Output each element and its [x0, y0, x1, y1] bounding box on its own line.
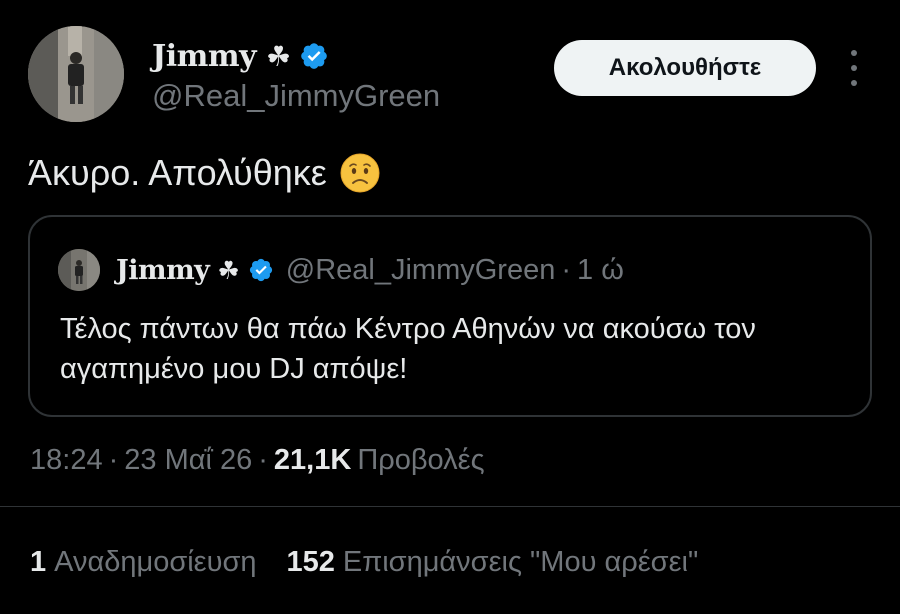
quoted-tweet-header: Jimmy ☘ @Real_JimmyGreen · 1 ώ	[116, 247, 624, 293]
quoted-avatar[interactable]	[58, 249, 100, 291]
tweet-meta: 18:24 · 23 Μαΐ 26 · 21,1K Προβολές	[30, 440, 485, 480]
author-name-row[interactable]: Jimmy ☘	[152, 36, 329, 76]
reposts-label: Αναδημοσίευση	[54, 545, 257, 578]
likes-label: Επισημάνσεις "Μου αρέσει"	[342, 545, 699, 578]
worried-face-emoji-icon	[339, 152, 381, 194]
tweet-text: Άκυρο. Απολύθηκε	[28, 148, 381, 198]
separator-dot: ·	[108, 443, 119, 476]
verified-badge-icon[interactable]	[299, 41, 329, 71]
reposts-count: 1	[30, 545, 47, 578]
more-vertical-icon[interactable]	[842, 50, 866, 86]
tweet-time[interactable]: 18:24	[30, 444, 103, 477]
quoted-tweet-text: Τέλος πάντων θα πάω Κέντρο Αθηνών να ακο…	[60, 313, 756, 385]
dot	[851, 80, 857, 86]
profile-photo-icon	[28, 26, 124, 122]
separator-dot: ·	[561, 253, 572, 286]
likes-stat[interactable]: 152 Επισημάνσεις "Μου αρέσει"	[287, 546, 699, 579]
views-count: 21,1K	[273, 443, 352, 476]
author-handle[interactable]: @Real_JimmyGreen	[152, 78, 440, 114]
tweet-date[interactable]: 23 Μαΐ 26	[124, 444, 252, 477]
dot	[851, 65, 857, 71]
quoted-tweet-card[interactable]: Jimmy ☘ @Real_JimmyGreen · 1 ώ Τέλος πάν…	[28, 215, 872, 417]
engagement-stats: 1 Αναδημοσίευση 152 Επισημάνσεις "Μου αρ…	[30, 542, 698, 582]
views-label: Προβολές	[357, 443, 485, 476]
likes-count: 152	[286, 545, 335, 578]
quoted-handle: @Real_JimmyGreen	[285, 253, 556, 286]
dot	[851, 50, 857, 56]
shamrock-icon: ☘	[217, 255, 240, 285]
avatar[interactable]	[28, 26, 124, 122]
reposts-stat[interactable]: 1 Αναδημοσίευση	[30, 546, 257, 579]
tweet-text-content: Άκυρο. Απολύθηκε	[28, 152, 327, 193]
follow-button[interactable]: Ακολουθήστε	[554, 40, 816, 96]
separator-dot: ·	[258, 443, 268, 476]
author-display-name[interactable]: Jimmy	[152, 39, 257, 74]
quoted-display-name[interactable]: Jimmy	[116, 255, 210, 286]
verified-badge-icon	[248, 257, 274, 283]
quoted-timestamp[interactable]: 1 ώ	[577, 254, 624, 287]
shamrock-icon: ☘	[266, 39, 292, 73]
profile-photo-icon	[58, 249, 100, 291]
divider	[0, 506, 900, 507]
